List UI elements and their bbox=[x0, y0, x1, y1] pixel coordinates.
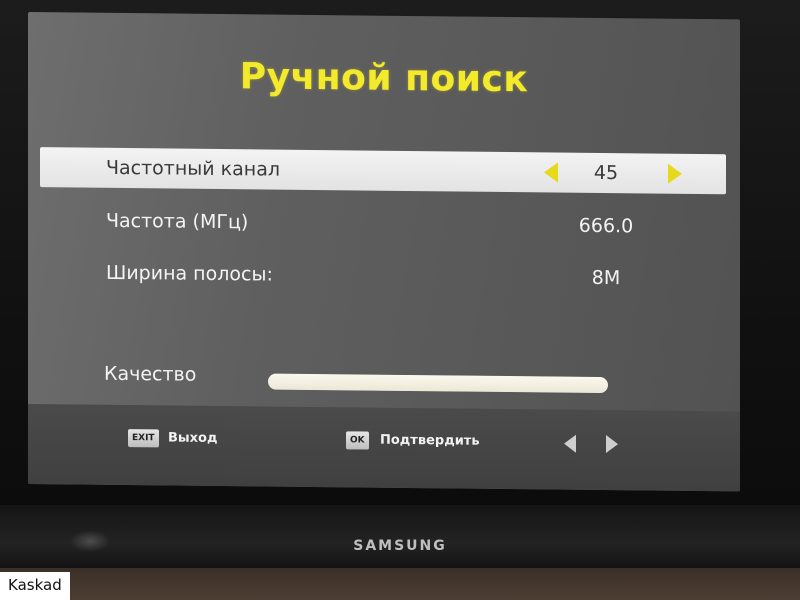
quality-label: Качество bbox=[104, 362, 197, 386]
exit-key-icon[interactable]: EXIT bbox=[128, 429, 159, 448]
channel-value: 45 bbox=[593, 161, 619, 185]
row-bandwidth: Ширина полосы: 8M bbox=[40, 252, 726, 299]
row-frequency-mhz: Частота (МГц) 666.0 bbox=[40, 200, 726, 247]
row-frequency-channel[interactable]: Частотный канал 45 bbox=[40, 147, 726, 195]
quality-bar-fill bbox=[268, 373, 608, 394]
row-label: Ширина полосы: bbox=[106, 261, 273, 286]
quality-bar bbox=[268, 373, 608, 394]
footer-help-bar: EXIT Выход OK Подтвердить bbox=[28, 404, 740, 492]
channel-next-arrow-icon[interactable] bbox=[668, 163, 682, 184]
photo-scene: Ручной поиск Частотный канал 45 Частота … bbox=[0, 0, 800, 600]
desk-surface bbox=[0, 568, 800, 600]
confirm-label: Подтвердить bbox=[380, 432, 480, 449]
photo-watermark: Kaskad bbox=[0, 572, 70, 600]
menu-title: Ручной поиск bbox=[239, 56, 529, 101]
exit-label: Выход bbox=[168, 430, 218, 446]
tv-screen-osd: Ручной поиск Частотный канал 45 Частота … bbox=[28, 12, 740, 492]
ok-key-icon[interactable]: OK bbox=[346, 431, 369, 450]
nav-right-arrow-icon[interactable] bbox=[606, 435, 618, 454]
frequency-value: 666.0 bbox=[578, 214, 634, 238]
row-label: Частота (МГц) bbox=[106, 209, 249, 234]
row-label: Частотный канал bbox=[106, 156, 281, 181]
bandwidth-value: 8M bbox=[591, 266, 621, 290]
tv-brand-logo: SAMSUNG bbox=[353, 538, 447, 554]
nav-left-arrow-icon[interactable] bbox=[564, 434, 576, 453]
